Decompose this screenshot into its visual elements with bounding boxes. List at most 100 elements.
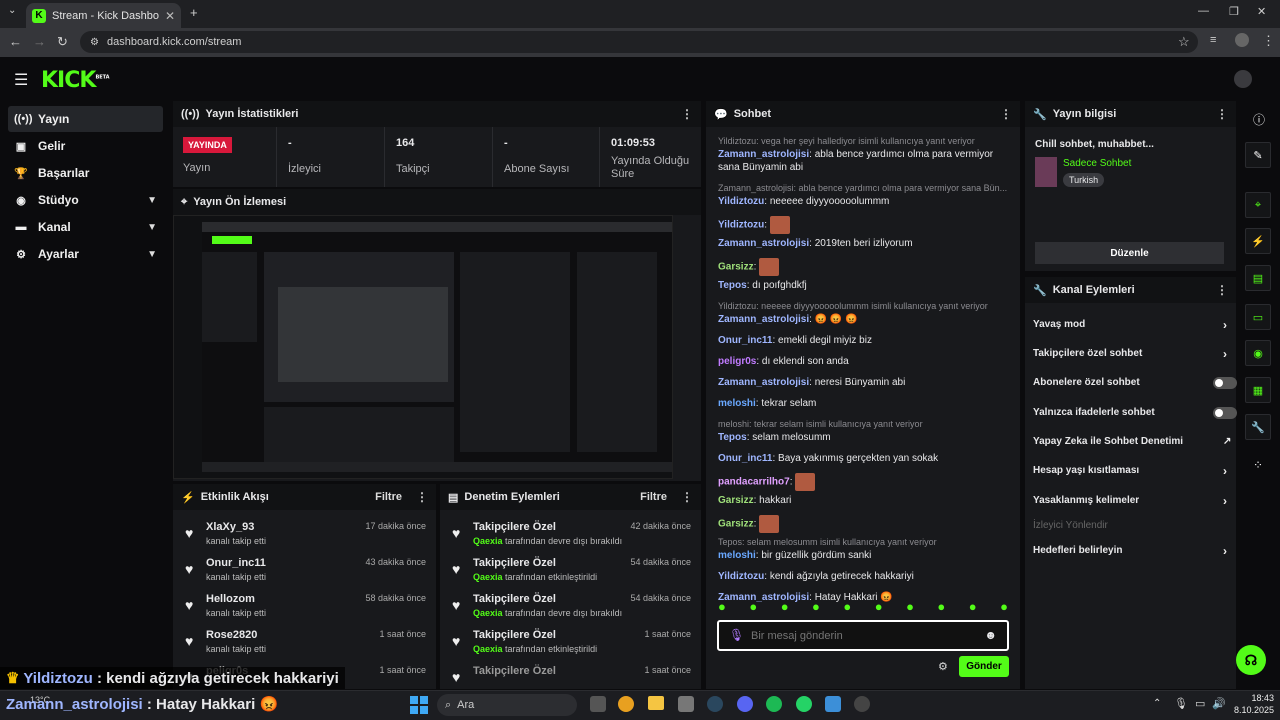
- chat-username[interactable]: Garsizz: [718, 519, 754, 530]
- emote-icon[interactable]: ●: [843, 599, 851, 619]
- emote-icon[interactable]: ●: [875, 599, 883, 619]
- spotify-icon[interactable]: [766, 696, 782, 712]
- sidebar-item-yayin[interactable]: ((•)) Yayın: [8, 106, 163, 132]
- emote-only-toggle[interactable]: [1213, 407, 1237, 419]
- maximize-icon[interactable]: ❐: [1229, 5, 1239, 18]
- hamburger-menu-icon[interactable]: ☰: [14, 70, 28, 90]
- whatsapp-icon[interactable]: [796, 696, 812, 712]
- chat-icon[interactable]: ▭: [1245, 304, 1271, 330]
- taskbar-search[interactable]: ⌕ Ara: [437, 694, 577, 716]
- network-icon[interactable]: ▭: [1195, 697, 1205, 710]
- browser-tab[interactable]: K Stream - Kick Dashboard ✕: [26, 3, 181, 28]
- site-info-icon[interactable]: ⚙: [90, 37, 99, 48]
- chat-username[interactable]: Tepos: [718, 280, 747, 291]
- lightning-icon[interactable]: ⚡: [1245, 228, 1271, 254]
- chat-username[interactable]: Zamann_astrolojisi: [718, 149, 809, 160]
- chat-username[interactable]: Tepos: [718, 432, 747, 443]
- sidebar-item-studyo[interactable]: ◉ Stüdyo ▼: [8, 187, 163, 213]
- close-window-icon[interactable]: ✕: [1257, 5, 1266, 18]
- pencil-icon[interactable]: ✎: [1245, 142, 1271, 168]
- chat-username[interactable]: Zamann_astrolojisi: [718, 377, 809, 388]
- category-name[interactable]: Sadece Sohbet: [1063, 158, 1131, 169]
- more-options-icon[interactable]: ⋮: [681, 490, 693, 504]
- emote-icon[interactable]: ●: [1000, 599, 1008, 619]
- task-view-icon[interactable]: [590, 696, 606, 712]
- send-button[interactable]: Gönder: [959, 656, 1009, 677]
- more-options-icon[interactable]: ⋮: [1216, 283, 1228, 297]
- chat-username[interactable]: Onur_inc11: [718, 453, 772, 464]
- chat-username[interactable]: Yildiztozu: [718, 220, 764, 231]
- chat-settings-gear-icon[interactable]: ⚙: [938, 660, 948, 673]
- user-avatar[interactable]: [1234, 70, 1252, 88]
- document-icon[interactable]: ▤: [1245, 265, 1271, 291]
- steam-icon[interactable]: [707, 696, 723, 712]
- discord-icon[interactable]: [737, 696, 753, 712]
- minimize-icon[interactable]: —: [1198, 5, 1209, 17]
- chat-username[interactable]: meloshi: [718, 550, 756, 561]
- microphone-icon[interactable]: 🎙: [1174, 697, 1188, 710]
- browser-menu-icon[interactable]: ⋮: [1262, 33, 1275, 49]
- app-icon[interactable]: [825, 696, 841, 712]
- chat-username[interactable]: Garsizz: [718, 495, 754, 506]
- microphone-icon[interactable]: 🎙: [729, 628, 744, 642]
- emote-icon[interactable]: ●: [937, 599, 945, 619]
- info-icon[interactable]: ⓘ: [1253, 111, 1265, 128]
- profile-avatar[interactable]: [1235, 33, 1249, 47]
- action-slow-mode[interactable]: Yavaş mod ›: [1033, 318, 1233, 332]
- emote-icon[interactable]: ●: [781, 599, 789, 619]
- reload-icon[interactable]: ↻: [57, 34, 68, 50]
- media-control-icon[interactable]: ≡: [1210, 34, 1216, 46]
- action-account-age[interactable]: Hesap yaşı kısıtlaması ›: [1033, 464, 1233, 478]
- more-options-icon[interactable]: ⋮: [681, 107, 693, 121]
- more-options-icon[interactable]: ⋮: [1000, 107, 1012, 121]
- chevron-up-icon[interactable]: ⌃: [1153, 698, 1161, 709]
- close-tab-icon[interactable]: ✕: [165, 9, 175, 23]
- chat-username[interactable]: peligr0s: [718, 356, 756, 367]
- emote-icon[interactable]: ●: [906, 599, 914, 619]
- broadcast-icon[interactable]: ◉: [1245, 340, 1271, 366]
- more-options-icon[interactable]: ⋮: [1216, 107, 1228, 121]
- kick-logo[interactable]: KICKBETA: [41, 68, 110, 93]
- chat-username[interactable]: Garsizz: [718, 262, 754, 273]
- emote-icon[interactable]: ●: [749, 599, 757, 619]
- store-icon[interactable]: [678, 696, 694, 712]
- bookmark-star-icon[interactable]: ☆: [1178, 34, 1190, 50]
- windows-start-icon[interactable]: [410, 696, 428, 714]
- tab-search-icon[interactable]: ⌄: [8, 5, 16, 16]
- emoji-icon[interactable]: ☻: [984, 628, 997, 642]
- emote-icon[interactable]: ●: [812, 599, 820, 619]
- emote-icon[interactable]: ●: [718, 599, 726, 619]
- chat-username[interactable]: meloshi: [718, 398, 756, 409]
- action-set-goals[interactable]: Hedefleri belirleyin ›: [1033, 544, 1233, 558]
- back-icon[interactable]: ←: [9, 34, 22, 49]
- chat-username[interactable]: Zamann_astrolojisi: [718, 314, 809, 325]
- sidebar-item-basarilar[interactable]: 🏆 Başarılar: [8, 160, 163, 186]
- emote-icon[interactable]: ●: [969, 599, 977, 619]
- wrench-icon[interactable]: 🔧: [1245, 414, 1271, 440]
- chat-input-box[interactable]: 🎙 ☻: [717, 620, 1009, 651]
- sidebar-item-gelir[interactable]: ▣ Gelir: [8, 133, 163, 159]
- sidebar-item-ayarlar[interactable]: ⚙ Ayarlar ▼: [8, 241, 163, 267]
- chrome-icon[interactable]: [618, 696, 634, 712]
- action-banned-words[interactable]: Yasaklanmış kelimeler ›: [1033, 494, 1233, 508]
- chat-username[interactable]: pandacarrilho7: [718, 477, 790, 488]
- file-explorer-icon[interactable]: [648, 696, 664, 710]
- edit-button[interactable]: Düzenle: [1035, 242, 1224, 264]
- new-tab-icon[interactable]: +: [190, 5, 198, 20]
- subscribers-only-toggle[interactable]: [1213, 377, 1237, 389]
- obs-icon[interactable]: [854, 696, 870, 712]
- add-widget-icon[interactable]: ⁘: [1253, 458, 1263, 472]
- chat-username[interactable]: Onur_inc11: [718, 335, 772, 346]
- more-options-icon[interactable]: ⋮: [416, 490, 428, 504]
- chat-message-input[interactable]: [751, 626, 971, 646]
- chat-username[interactable]: Yildiztozu: [718, 571, 764, 582]
- action-followers-only[interactable]: Takipçilere özel sohbet ›: [1033, 347, 1233, 361]
- sidebar-item-kanal[interactable]: ▬ Kanal ▼: [8, 214, 163, 240]
- filter-button[interactable]: Filtre: [640, 491, 667, 503]
- chat-username[interactable]: Yildiztozu: [718, 196, 764, 207]
- url-field[interactable]: ⚙ dashboard.kick.com/stream: [80, 31, 1198, 53]
- preview-icon[interactable]: ⌖: [1245, 192, 1271, 218]
- forward-icon[interactable]: →: [33, 34, 46, 49]
- filter-button[interactable]: Filtre: [375, 491, 402, 503]
- chat-username[interactable]: Zamann_astrolojisi: [718, 238, 809, 249]
